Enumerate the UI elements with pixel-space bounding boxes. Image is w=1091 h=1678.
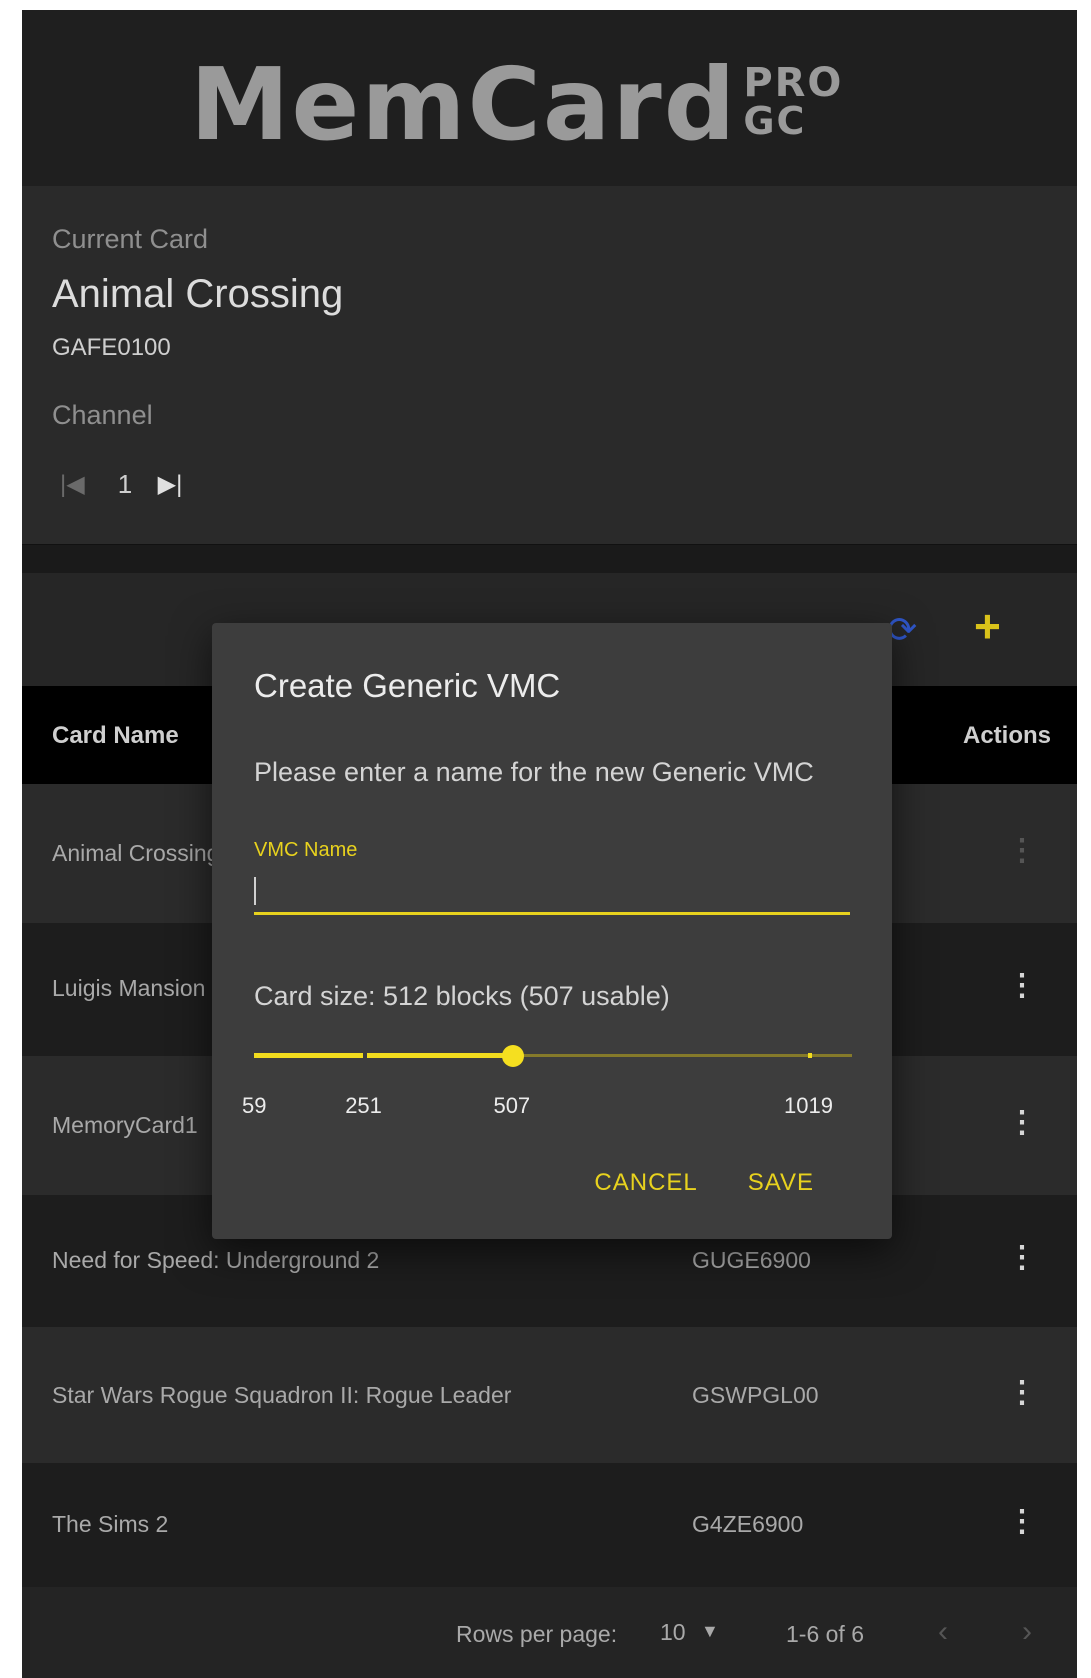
more-vert-icon[interactable]: ⋮: [1007, 1243, 1037, 1273]
table-row[interactable]: Star Wars Rogue Squadron II: Rogue Leade…: [22, 1327, 1077, 1463]
text-cursor: [254, 877, 256, 905]
logo-main-text: MemCard: [190, 46, 738, 163]
rows-per-page-select[interactable]: 10: [660, 1619, 686, 1646]
channel-label: Channel: [52, 400, 153, 430]
dialog-title: Create Generic VMC: [254, 667, 561, 704]
slider-tick: [808, 1053, 812, 1058]
header: MemCard PRO GC: [22, 10, 1077, 186]
card-code-cell: G4ZE6900: [692, 1511, 804, 1537]
chevron-left-icon[interactable]: ‹: [938, 1615, 948, 1649]
card-name-cell: Star Wars Rogue Squadron II: Rogue Leade…: [52, 1382, 512, 1408]
more-vert-icon[interactable]: ⋮: [1007, 1108, 1037, 1138]
card-size-label: Card size: 512 blocks (507 usable): [254, 981, 670, 1011]
logo-superscript: PRO GC: [743, 60, 844, 143]
slider-fill: [254, 1053, 514, 1058]
card-name-cell: Luigis Mansion: [52, 975, 206, 1001]
channel-value: 1: [117, 468, 133, 499]
more-vert-icon[interactable]: ⋮: [1007, 971, 1037, 1001]
logo-pro-text: PRO: [743, 60, 844, 106]
card-name-cell: The Sims 2: [52, 1511, 169, 1537]
page-range: 1-6 of 6: [786, 1621, 864, 1647]
current-card-name: Animal Crossing: [52, 272, 344, 316]
first-page-icon[interactable]: |◀: [60, 470, 100, 499]
memcard-pro-gc-logo: MemCard PRO GC: [190, 50, 843, 160]
slider-mark-label: 59: [242, 1093, 267, 1118]
card-name-cell: MemoryCard1: [52, 1112, 198, 1138]
plus-icon[interactable]: +: [974, 599, 1001, 653]
vmc-name-input[interactable]: [254, 869, 850, 915]
section-gap: [22, 545, 1077, 573]
last-page-icon[interactable]: ▶|: [150, 470, 190, 499]
dialog-description: Please enter a name for the new Generic …: [254, 757, 814, 787]
card-name-cell: Animal Crossing: [52, 840, 220, 866]
card-code-cell: GUGE6900: [692, 1247, 811, 1273]
caret-down-icon[interactable]: ▼: [701, 1621, 719, 1642]
table-row[interactable]: The Sims 2 G4ZE6900 ⋮: [22, 1463, 1077, 1587]
card-size-slider[interactable]: [254, 1035, 852, 1075]
slider-tick: [363, 1053, 368, 1058]
card-code-cell: GSWPGL00: [692, 1382, 819, 1408]
app-window: MemCard PRO GC Current Card Animal Cross…: [22, 10, 1077, 1678]
dialog-actions: CANCEL SAVE: [594, 1169, 814, 1197]
channel-selector: |◀ 1 ▶|: [60, 464, 190, 504]
logo-gc-text: GC: [743, 99, 807, 143]
chevron-right-icon[interactable]: ›: [1022, 1615, 1032, 1649]
current-card-panel: Current Card Animal Crossing GAFE0100 Ch…: [22, 186, 1077, 545]
slider-mark-label: 507: [493, 1093, 531, 1118]
column-header-actions: Actions: [962, 722, 1051, 749]
more-vert-icon[interactable]: ⋮: [1007, 836, 1037, 866]
current-card-label: Current Card: [52, 224, 209, 254]
more-vert-icon[interactable]: ⋮: [1007, 1507, 1037, 1537]
cancel-button[interactable]: CANCEL: [594, 1169, 697, 1197]
rows-per-page-label: Rows per page:: [456, 1621, 618, 1647]
create-vmc-dialog: Create Generic VMC Please enter a name f…: [212, 623, 892, 1239]
more-vert-icon[interactable]: ⋮: [1007, 1378, 1037, 1408]
slider-mark-label: 251: [345, 1093, 382, 1118]
card-name-cell: Need for Speed: Underground 2: [52, 1247, 380, 1273]
column-header-card-name[interactable]: Card Name: [52, 722, 179, 750]
table-pagination: Rows per page: 10 ▼ 1-6 of 6 ‹ ›: [22, 1587, 1077, 1678]
save-button[interactable]: SAVE: [748, 1169, 814, 1197]
slider-mark-label: 1019: [784, 1093, 833, 1118]
slider-thumb[interactable]: [502, 1045, 525, 1067]
current-card-code: GAFE0100: [52, 334, 171, 361]
vmc-name-label: VMC Name: [254, 839, 358, 861]
